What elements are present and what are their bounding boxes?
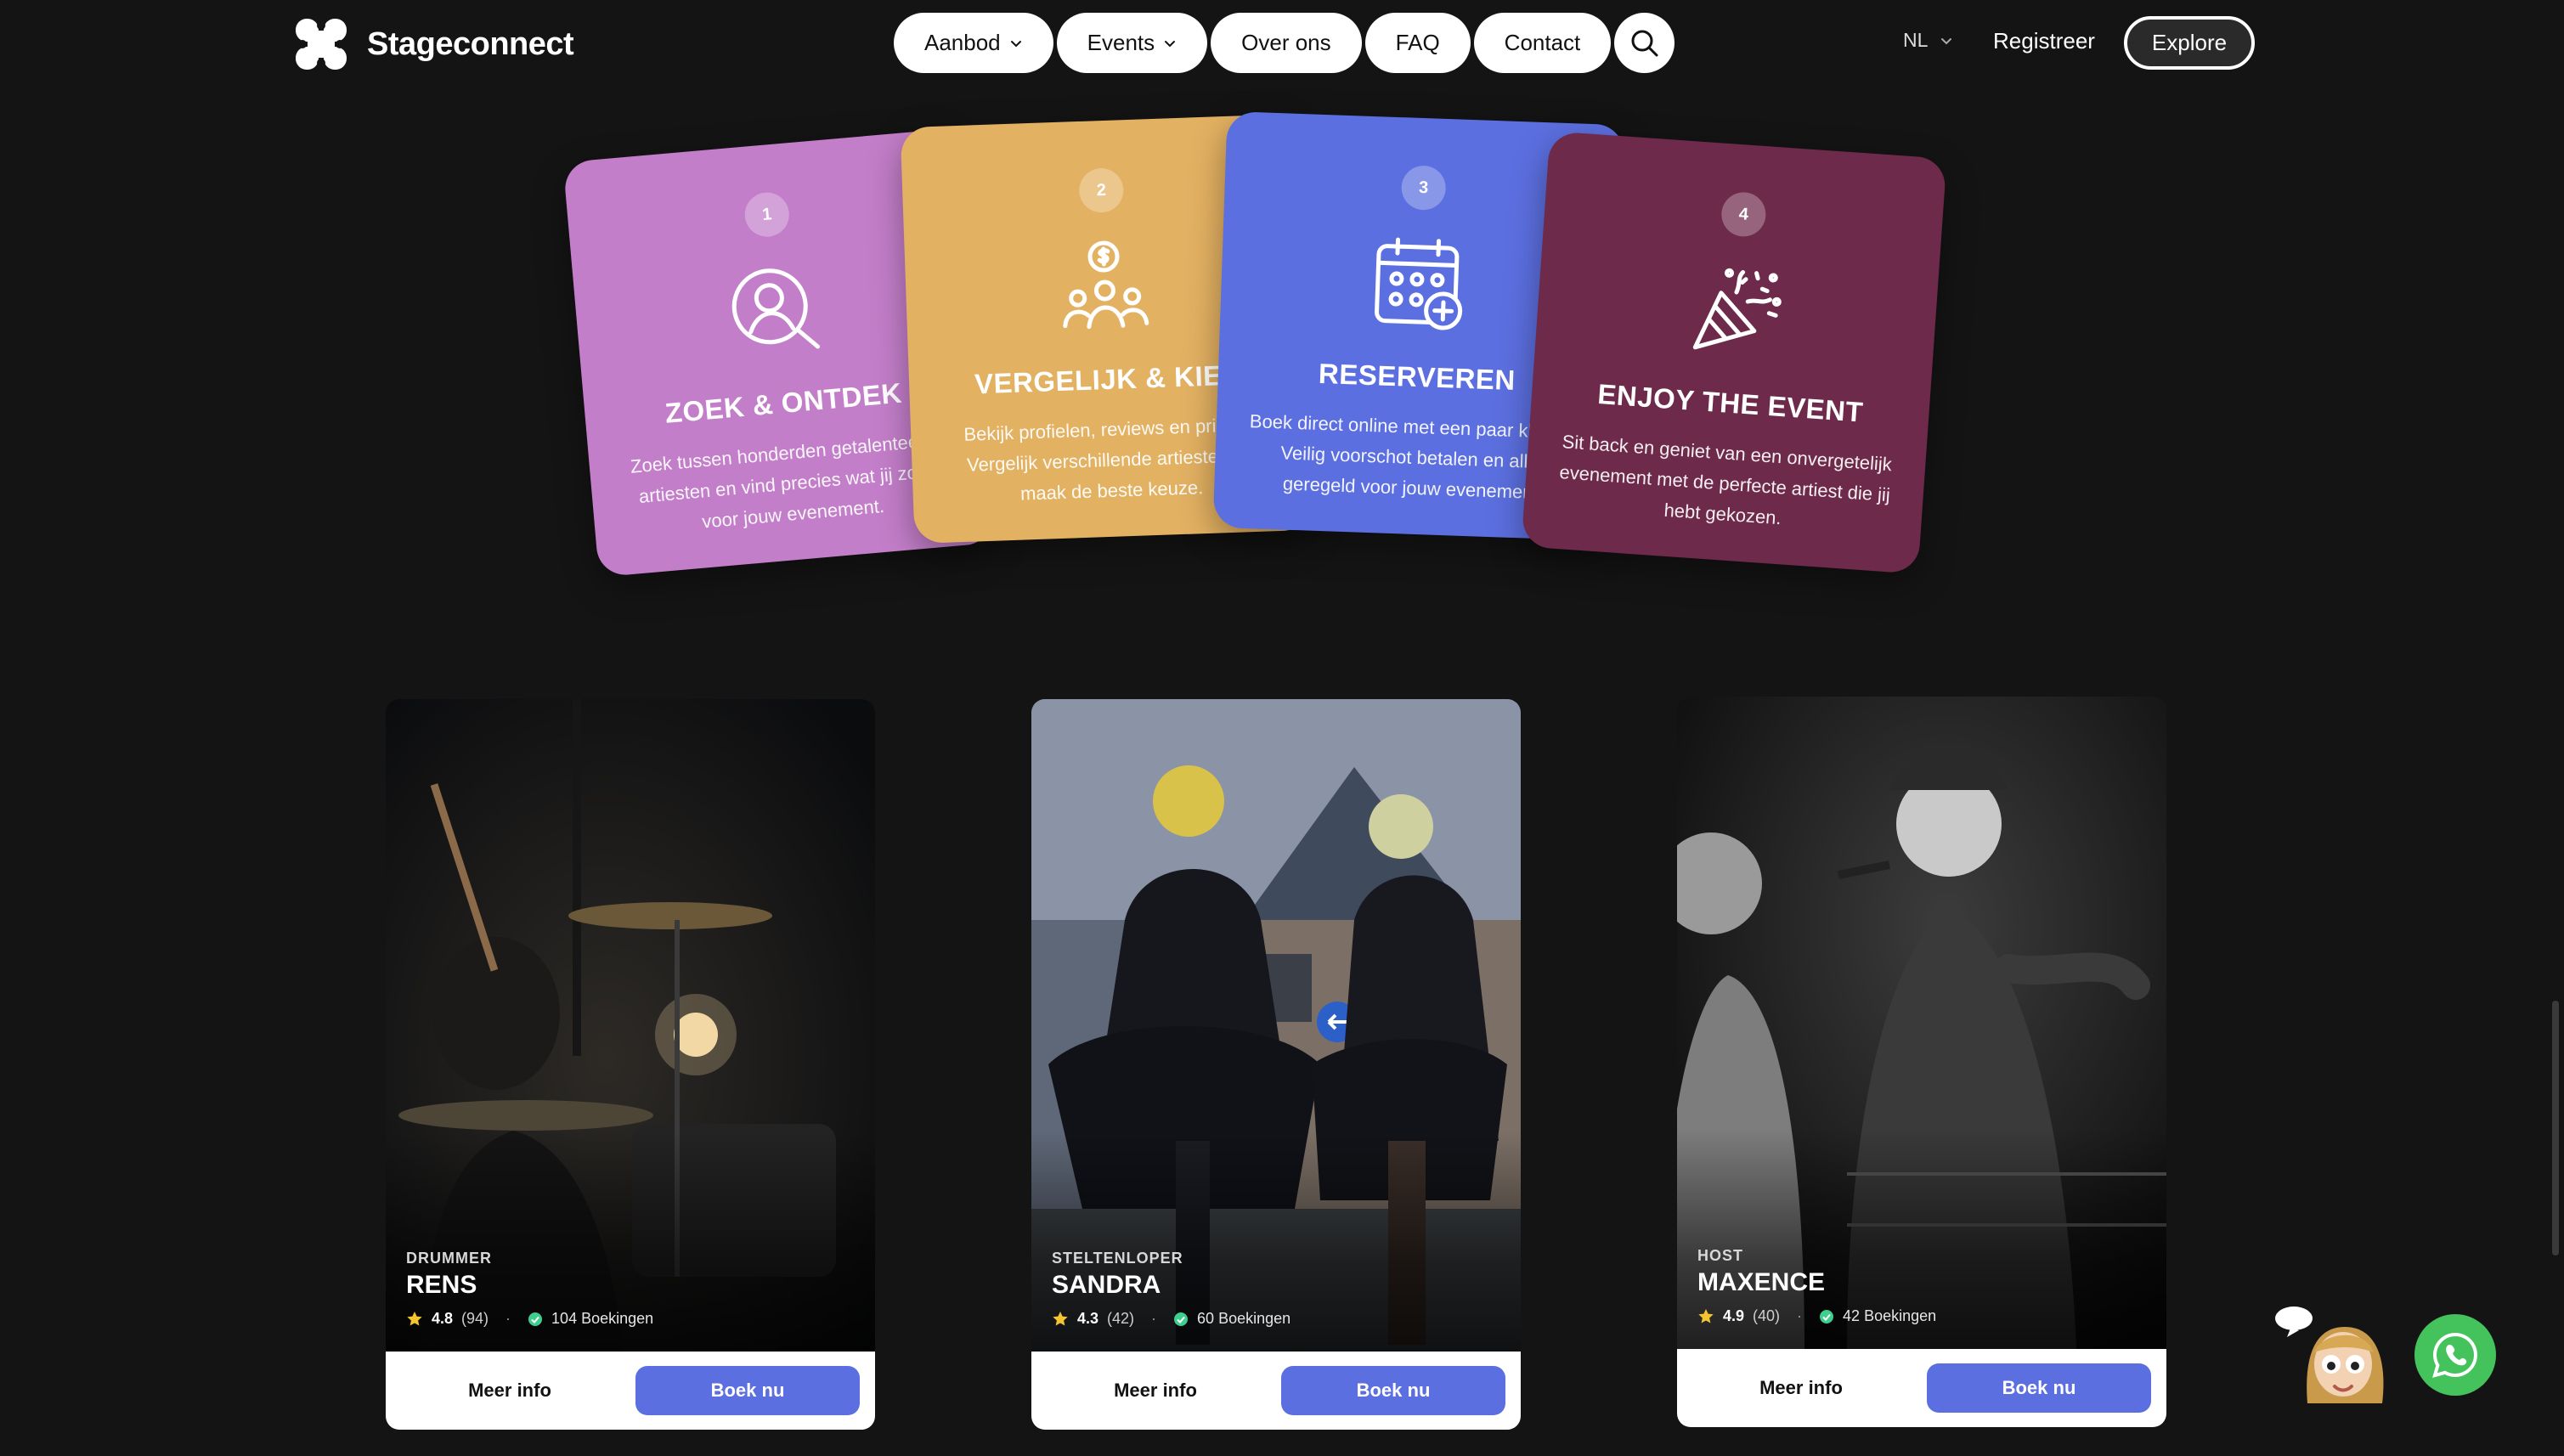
nav-item-aanbod[interactable]: Aanbod <box>894 13 1053 73</box>
verified-check-icon <box>1820 1309 1834 1323</box>
nav-label: Contact <box>1504 30 1581 55</box>
explore-button[interactable]: Explore <box>2124 16 2255 70</box>
brand-name: Stageconnect <box>367 25 574 62</box>
step-card-enjoy: 4 ENJOY THE EVENT Sit back en geniet van… <box>1521 131 1947 574</box>
language-code: NL <box>1903 29 1929 51</box>
verified-check-icon <box>528 1312 543 1326</box>
booking-count: 42 Boekingen <box>1843 1307 1937 1324</box>
star-icon <box>1698 1308 1714 1323</box>
artist-name: MAXENCE <box>1697 1268 1826 1296</box>
page-scrollbar[interactable] <box>2552 1001 2559 1256</box>
review-count: (94) <box>461 1310 489 1327</box>
nav-label: Over ons <box>1241 30 1331 55</box>
people-money-icon <box>1063 240 1149 330</box>
artist-info: STELTENLOPER SANDRA 4.3 (42) · 60 Boekin… <box>1052 1250 1290 1328</box>
site-header: Stageconnect Aanbod Events Over ons FAQ … <box>0 0 2564 85</box>
party-popper-icon <box>1692 268 1782 350</box>
artist-category: STELTENLOPER <box>1052 1250 1183 1267</box>
step-description: Sit back en geniet van een onvergetelijk… <box>1558 431 1893 529</box>
artist-name: RENS <box>406 1271 477 1299</box>
chevron-down-icon <box>1010 40 1021 47</box>
artist-name: SANDRA <box>1052 1271 1161 1299</box>
star-icon <box>407 1311 422 1325</box>
separator-dot: · <box>1151 1310 1157 1327</box>
whatsapp-button[interactable] <box>2414 1314 2496 1396</box>
booking-count: 104 Boekingen <box>551 1310 654 1327</box>
step-title: ENJOY THE EVENT <box>1596 377 1865 428</box>
review-count: (42) <box>1107 1310 1135 1327</box>
nav-label: Events <box>1087 30 1155 55</box>
book-now-button[interactable]: Boek nu <box>635 1366 860 1415</box>
more-info-button[interactable]: Meer info <box>401 1380 618 1402</box>
step-number: 4 <box>1720 190 1768 239</box>
language-selector[interactable]: NL <box>1903 29 1953 52</box>
nav-label: FAQ <box>1395 30 1440 55</box>
star-icon <box>1053 1311 1068 1325</box>
nav-label: Aanbod <box>924 30 1001 55</box>
search-button[interactable] <box>1614 13 1675 73</box>
brand-logo[interactable]: Stageconnect <box>294 17 574 71</box>
calendar-add-icon <box>1375 237 1463 330</box>
artist-info: DRUMMER RENS 4.8 (94) · 104 Boekingen <box>406 1250 653 1328</box>
artist-category: DRUMMER <box>406 1250 492 1267</box>
nav-item-faq[interactable]: FAQ <box>1364 13 1471 73</box>
artist-card[interactable]: STELTENLOPER SANDRA 4.3 (42) · 60 Boekin… <box>1031 699 1521 1430</box>
separator-dot: · <box>505 1310 511 1327</box>
card-actions: Meer info Boek nu <box>1677 1349 2166 1427</box>
nav-item-over-ons[interactable]: Over ons <box>1211 13 1362 73</box>
rating-value: 4.3 <box>1077 1310 1099 1327</box>
step-number: 1 <box>743 190 791 239</box>
rating-value: 4.9 <box>1723 1307 1745 1324</box>
rating-value: 4.8 <box>432 1310 454 1327</box>
main-nav: Aanbod Events Over ons FAQ Contact <box>894 13 1675 73</box>
artist-card[interactable]: DRUMMER RENS 4.8 (94) · 104 Boekingen Me… <box>386 699 875 1430</box>
review-count: (40) <box>1753 1307 1781 1324</box>
card-actions: Meer info Boek nu <box>386 1352 875 1430</box>
logo-icon <box>296 19 347 70</box>
search-icon <box>1631 30 1658 56</box>
nav-item-events[interactable]: Events <box>1056 13 1208 73</box>
register-link[interactable]: Registreer <box>1993 28 2095 54</box>
more-info-button[interactable]: Meer info <box>1047 1380 1264 1402</box>
chevron-down-icon <box>1941 37 1952 44</box>
whatsapp-icon <box>2432 1332 2477 1378</box>
artist-stats: 4.3 (42) · 60 Boekingen <box>1052 1310 1290 1328</box>
artist-stats: 4.8 (94) · 104 Boekingen <box>406 1310 653 1328</box>
booking-count: 60 Boekingen <box>1197 1310 1291 1327</box>
more-info-button[interactable]: Meer info <box>1692 1377 1910 1399</box>
book-now-button[interactable]: Boek nu <box>1927 1363 2151 1413</box>
artist-stats: 4.9 (40) · 42 Boekingen <box>1697 1307 1936 1325</box>
step-number: 2 <box>1078 167 1125 213</box>
artist-info: HOST MAXENCE 4.9 (40) · 42 Boekingen <box>1697 1247 1936 1325</box>
chevron-down-icon <box>1165 40 1176 47</box>
verified-check-icon <box>1174 1312 1189 1326</box>
separator-dot: · <box>1797 1307 1803 1324</box>
nav-item-contact[interactable]: Contact <box>1473 13 1612 73</box>
step-number: 3 <box>1400 165 1447 211</box>
user-search-icon <box>731 268 821 349</box>
artist-category: HOST <box>1697 1247 1744 1264</box>
book-now-button[interactable]: Boek nu <box>1281 1366 1505 1415</box>
card-actions: Meer info Boek nu <box>1031 1352 1521 1430</box>
assistant-avatar-icon[interactable] <box>2270 1303 2389 1405</box>
artist-card[interactable]: HOST MAXENCE 4.9 (40) · 42 Boekingen Mee… <box>1677 697 2166 1427</box>
